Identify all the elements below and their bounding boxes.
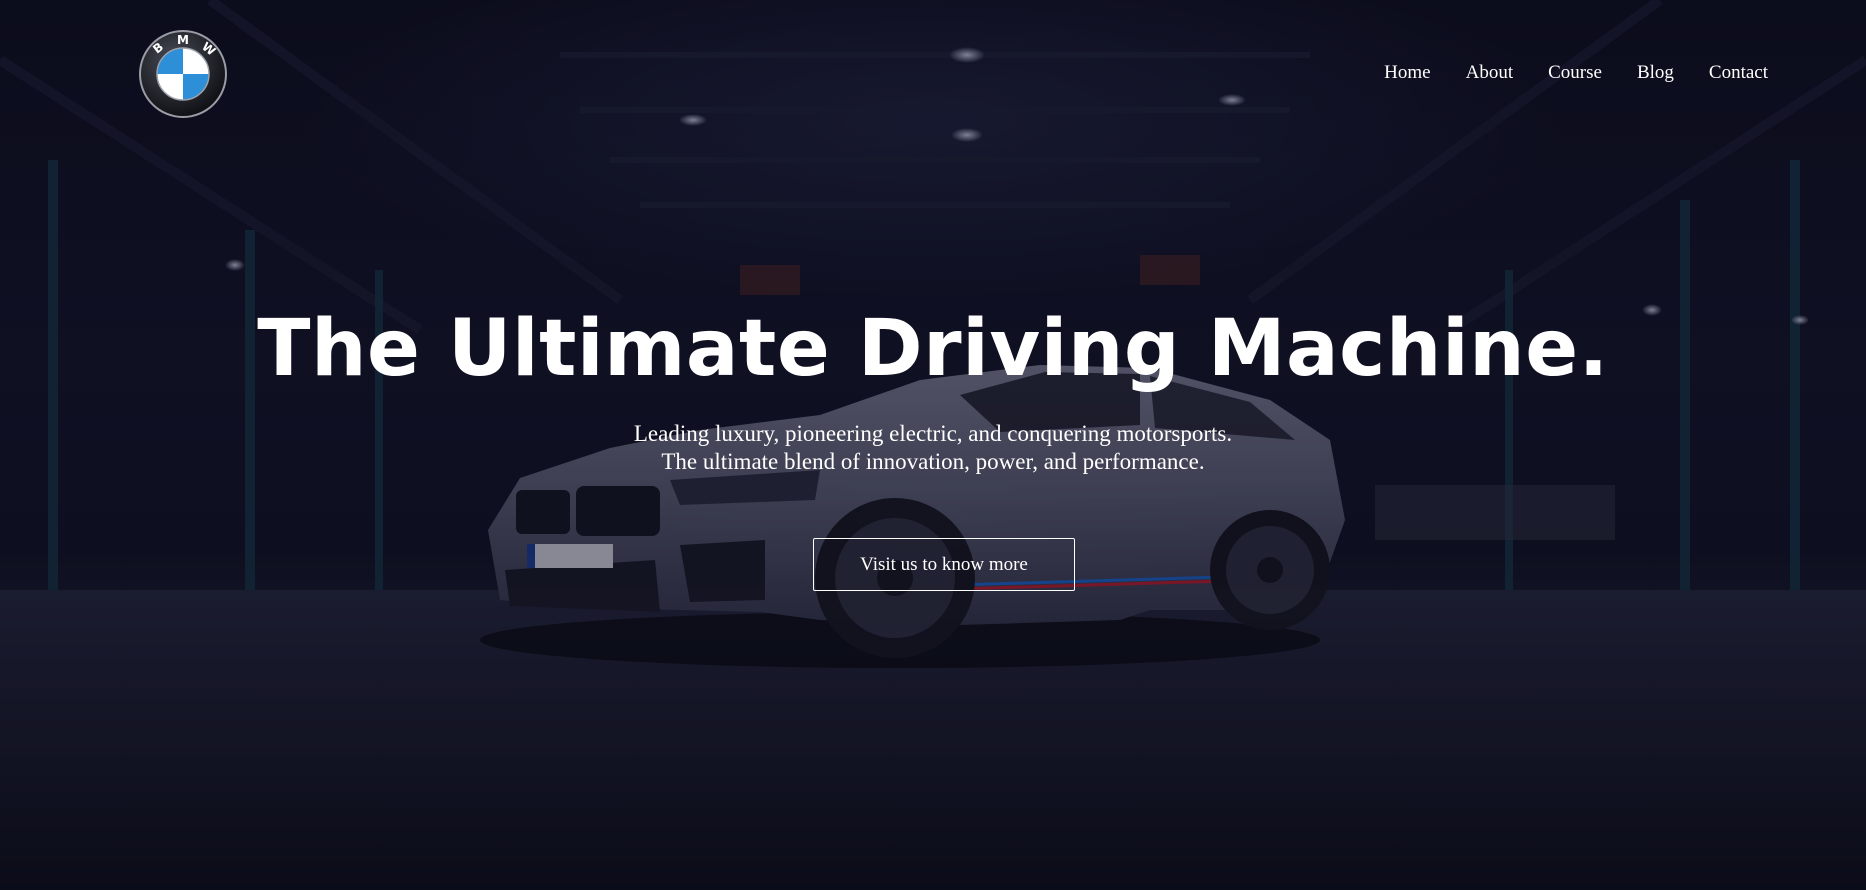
nav-contact[interactable]: Contact <box>1709 62 1768 84</box>
hero-subline-1: Leading luxury, pioneering electric, and… <box>633 421 1233 446</box>
bmw-roundel-icon[interactable]: B M W <box>138 29 228 119</box>
hero-section: B M W Home About Course Blog Contact The… <box>0 0 1866 890</box>
hero-headline: The Ultimate Driving Machine. <box>257 304 1609 394</box>
nav-about[interactable]: About <box>1466 62 1514 84</box>
svg-text:M: M <box>177 33 189 47</box>
nav-home[interactable]: Home <box>1384 62 1430 84</box>
visit-us-button[interactable]: Visit us to know more <box>813 538 1075 591</box>
hero-subline-2: The ultimate blend of innovation, power,… <box>661 449 1205 474</box>
nav-course[interactable]: Course <box>1548 62 1602 84</box>
main-nav: Home About Course Blog Contact <box>1349 62 1768 84</box>
nav-blog[interactable]: Blog <box>1637 62 1674 84</box>
